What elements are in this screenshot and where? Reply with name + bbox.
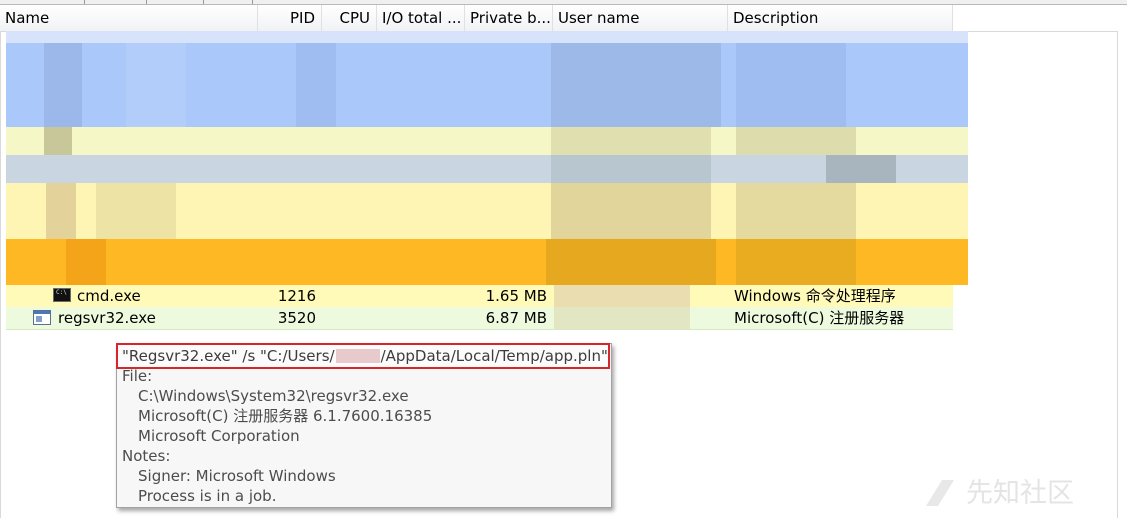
process-name: cmd.exe xyxy=(77,287,141,305)
process-row-regsvr32[interactable]: regsvr32.exe 3520 6.87 MB Microsoft(C) 注… xyxy=(6,307,953,330)
redacted-user-name xyxy=(554,285,690,307)
blurred-row xyxy=(6,155,968,183)
column-header-io-total[interactable]: I/O total ... xyxy=(377,5,465,31)
process-description: Windows 命令处理程序 xyxy=(734,287,896,305)
column-header: Name PID CPU I/O total ... Private b... … xyxy=(0,5,953,32)
process-name: regsvr32.exe xyxy=(58,309,156,327)
column-header-user-name[interactable]: User name xyxy=(553,5,728,31)
blur-block xyxy=(126,43,186,127)
process-private-bytes: 6.87 MB xyxy=(485,309,547,327)
list-right-border xyxy=(1117,31,1118,518)
process-pid: 1216 xyxy=(277,287,316,305)
tooltip-notes-label: Notes: xyxy=(122,447,171,465)
blur-block xyxy=(826,155,896,183)
column-header-name[interactable]: Name xyxy=(0,5,258,31)
console-icon: C:\ xyxy=(53,288,71,302)
tooltip-file-description: Microsoft(C) 注册服务器 6.1.7600.16385 xyxy=(138,407,433,425)
tab-divider xyxy=(84,0,85,4)
process-pid: 3520 xyxy=(277,309,316,327)
process-description: Microsoft(C) 注册服务器 xyxy=(734,309,905,327)
tooltip-file-label: File: xyxy=(122,367,153,385)
redacted-user-name xyxy=(554,307,690,329)
list-left-border xyxy=(0,31,1,518)
blur-block xyxy=(736,183,856,239)
blur-block xyxy=(46,183,76,239)
blur-block xyxy=(736,127,856,155)
command-line-highlight: "Regsvr32.exe" /s "C:/Users/ /AppData/Loc… xyxy=(116,343,610,369)
blurred-process-rows xyxy=(6,31,968,285)
blur-block xyxy=(551,155,711,183)
watermark-text: 先知社区 xyxy=(966,478,1074,509)
blur-block xyxy=(44,43,82,127)
column-header-pid[interactable]: PID xyxy=(258,5,322,31)
command-line-prefix: "Regsvr32.exe" /s "C:/Users/ xyxy=(122,347,335,365)
blur-block xyxy=(296,43,336,127)
column-header-description[interactable]: Description xyxy=(728,5,953,31)
blur-block xyxy=(546,239,716,285)
tooltip-file-path: C:\Windows\System32\regsvr32.exe xyxy=(138,387,409,405)
redacted-username xyxy=(335,349,380,363)
tooltip-signer: Signer: Microsoft Windows xyxy=(138,467,336,485)
tooltip-job-note: Process is in a job. xyxy=(138,487,277,505)
blur-block xyxy=(551,183,711,239)
command-line-suffix: /AppData/Local/Temp/app.pln" xyxy=(380,347,608,365)
column-header-private-bytes[interactable]: Private b... xyxy=(465,5,553,31)
process-private-bytes: 1.65 MB xyxy=(485,287,547,305)
blur-block xyxy=(66,239,106,285)
watermark: 先知社区 xyxy=(922,476,1117,512)
process-row-cmd[interactable]: C:\ cmd.exe 1216 1.65 MB Windows 命令处理程序 xyxy=(6,285,953,307)
blur-block xyxy=(736,239,856,285)
tab-divider xyxy=(252,0,253,4)
blurred-row xyxy=(6,31,968,43)
column-header-cpu[interactable]: CPU xyxy=(322,5,377,31)
tooltip-file-company: Microsoft Corporation xyxy=(138,427,300,445)
tab-divider xyxy=(203,0,204,4)
blur-block xyxy=(736,43,846,127)
blur-block xyxy=(551,43,721,127)
blur-block xyxy=(44,127,72,155)
command-line: "Regsvr32.exe" /s "C:/Users/ /AppData/Loc… xyxy=(122,345,608,367)
tab-divider xyxy=(146,0,147,4)
window-app-icon xyxy=(33,310,51,325)
blur-block xyxy=(551,127,711,155)
watermark-logo-icon xyxy=(926,480,954,506)
blur-block xyxy=(96,183,176,239)
